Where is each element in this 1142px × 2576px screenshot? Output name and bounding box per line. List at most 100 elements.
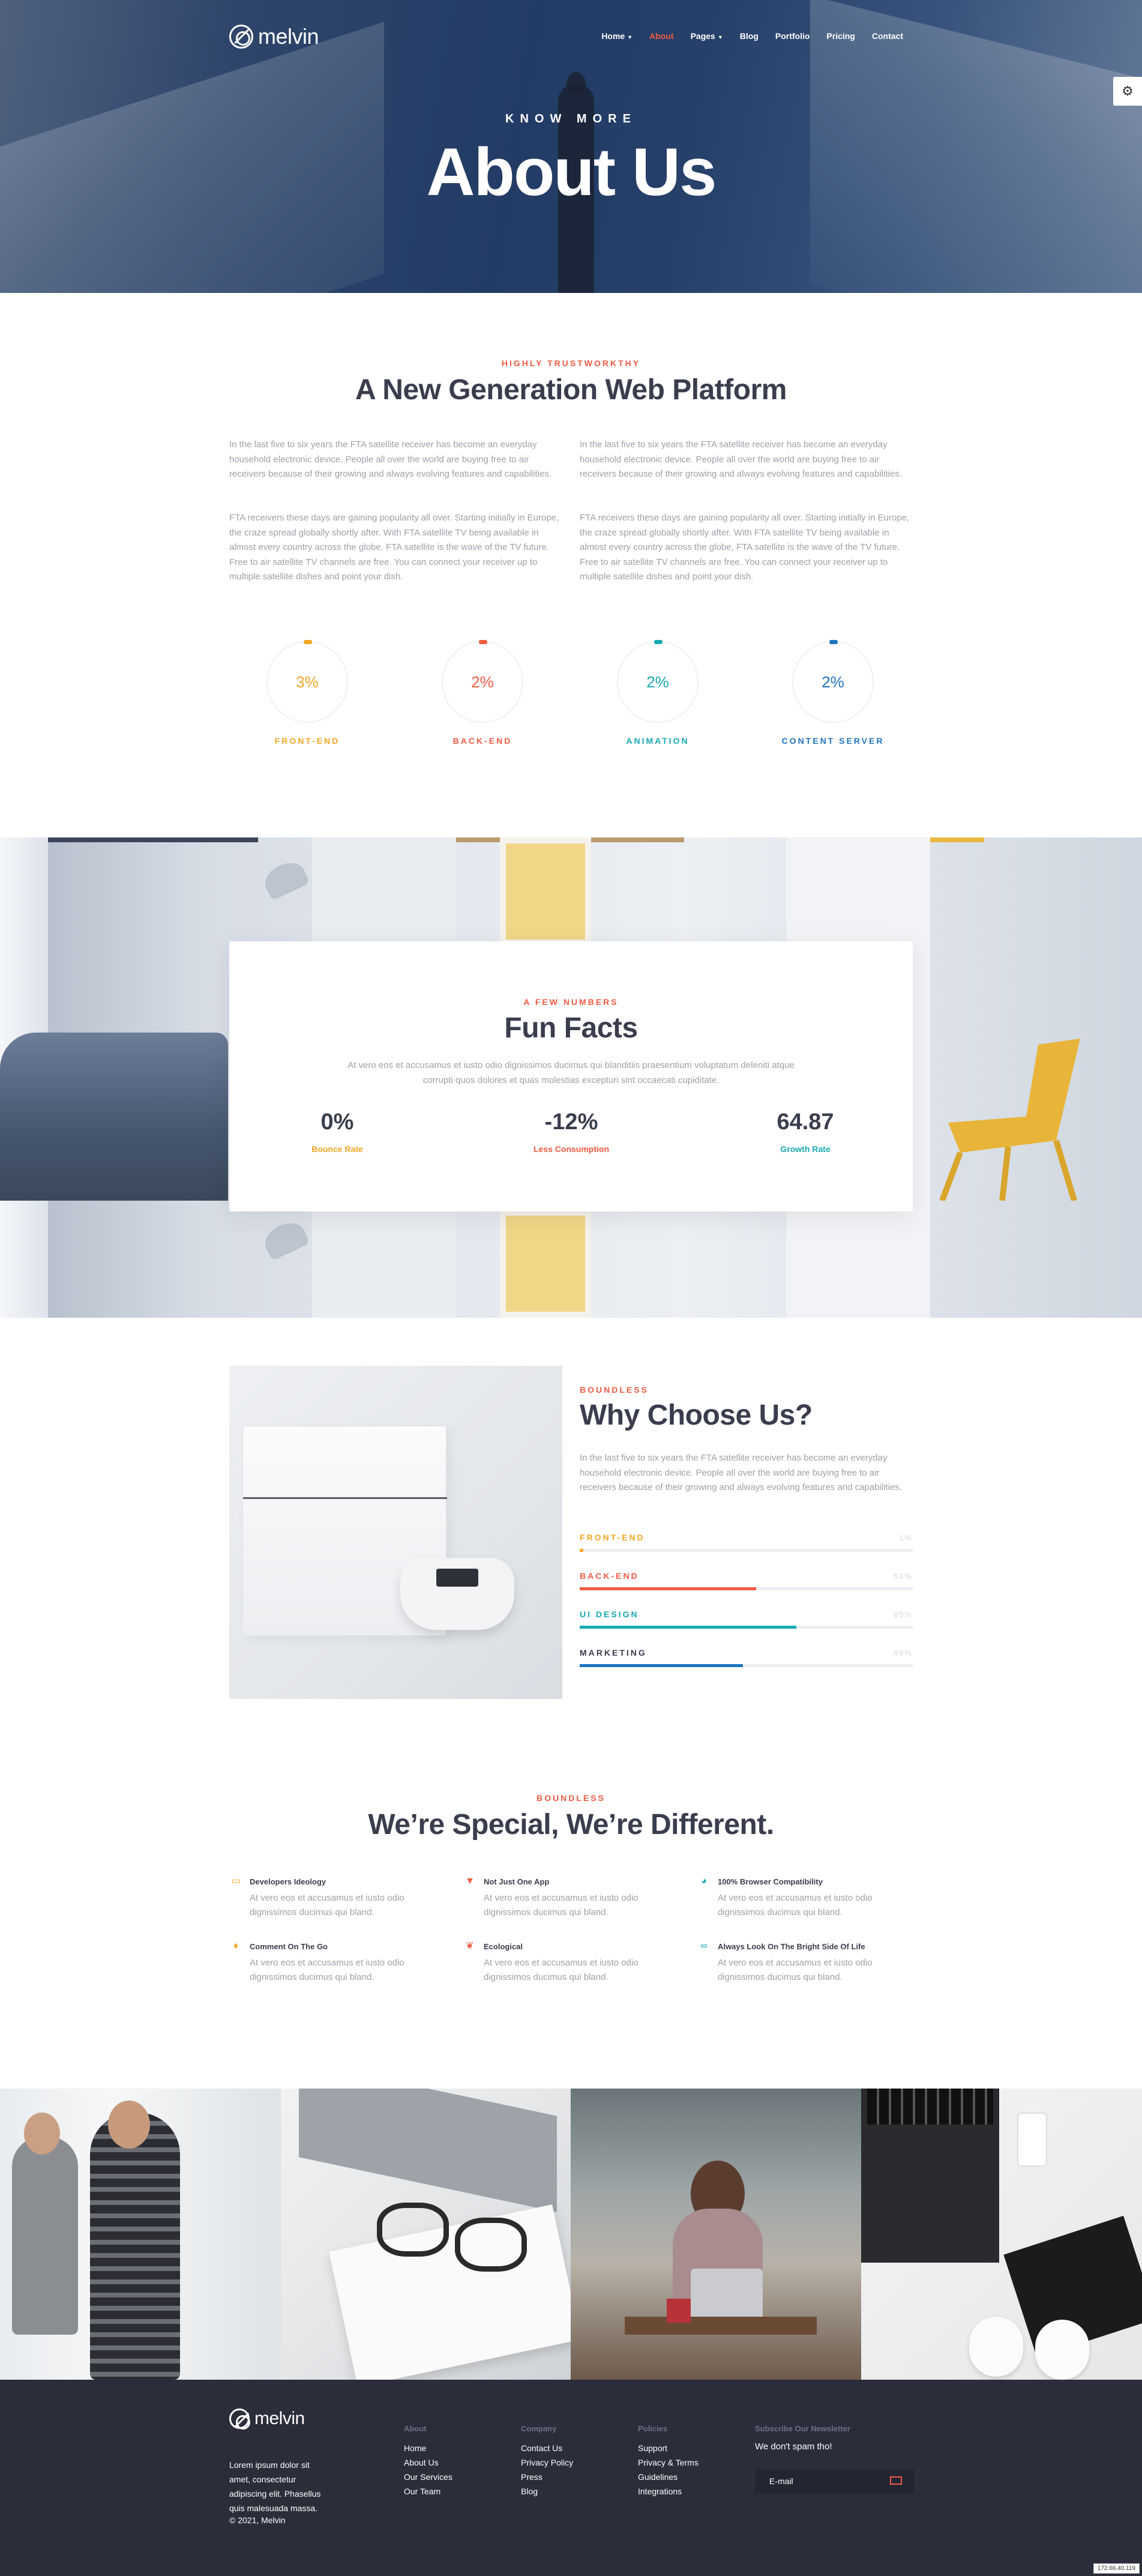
feature-title: Not Just One App	[484, 1877, 550, 1886]
envelope-icon[interactable]	[890, 2476, 902, 2485]
footer-link-home[interactable]: Home	[404, 2443, 426, 2453]
feature-title: Developers Ideology	[250, 1877, 326, 1886]
ring-label: FRONT-END	[274, 736, 340, 746]
nav-item-blog[interactable]: Blog	[740, 31, 759, 41]
footer-link-press[interactable]: Press	[521, 2472, 542, 2482]
skill-bar-percent: 53%	[893, 1572, 913, 1581]
nav-item-contact[interactable]: Contact	[872, 31, 903, 41]
footer-link-about-us[interactable]: About Us	[404, 2458, 439, 2467]
special-kicker: BOUNDLESS	[536, 1793, 606, 1803]
feature-text: At vero eos et accusamus et iusto odio d…	[718, 1958, 873, 1982]
page-title: About Us	[426, 134, 717, 210]
skill-bar-label: BACK-END	[580, 1571, 639, 1581]
nav-item-pages[interactable]: Pages ▼	[691, 31, 723, 41]
fact-value: -12%	[544, 1109, 598, 1135]
gallery-photo-laptop-glasses[interactable]	[281, 2089, 571, 2380]
skill-bar-fill	[580, 1587, 757, 1590]
platform-col1-p1: In the last five to six years the FTA sa…	[229, 439, 551, 479]
feature-text: At vero eos et accusamus et iusto odio d…	[250, 1958, 404, 1982]
skill-bar-label: UI DESIGN	[580, 1609, 639, 1619]
feature-text: At vero eos et accusamus et iusto odio d…	[484, 1893, 639, 1917]
skill-bar-label: MARKETING	[580, 1648, 647, 1658]
bookmark-icon: ▼	[465, 1876, 475, 1886]
logo-text: melvin	[258, 24, 319, 49]
skill-bar-fill	[580, 1664, 743, 1667]
nav-item-portfolio[interactable]: Portfolio	[775, 31, 810, 41]
nav-item-about[interactable]: About	[649, 31, 673, 41]
footer-link-our-services[interactable]: Our Services	[404, 2472, 452, 2482]
fact-label: Growth Rate	[780, 1144, 831, 1154]
skill-bar-label: FRONT-END	[580, 1533, 645, 1542]
pie-chart-icon: ◕	[701, 1876, 707, 1886]
feature-text: At vero eos et accusamus et iusto odio d…	[250, 1893, 404, 1917]
platform-col1-p2: FTA receivers these days are gaining pop…	[229, 513, 559, 582]
nav-item-home[interactable]: Home ▼	[601, 31, 633, 41]
skill-bar-fill	[580, 1549, 583, 1552]
feature-title: Ecological	[484, 1942, 523, 1951]
skill-bar-track	[580, 1626, 913, 1629]
logo[interactable]: melvin	[229, 24, 319, 49]
fact-label: Less Consumption	[533, 1144, 609, 1154]
skill-bar-percent: 1%	[899, 1533, 913, 1542]
ring-label: CONTENT SERVER	[781, 736, 885, 746]
skill-bar-track	[580, 1549, 913, 1552]
logo-mark-icon	[229, 25, 253, 49]
why-kicker: BOUNDLESS	[580, 1385, 649, 1395]
footer-link-support[interactable]: Support	[638, 2443, 667, 2453]
why-text: In the last five to six years the FTA sa…	[580, 1453, 902, 1492]
footer-heading-policies: Policies	[638, 2424, 668, 2433]
footer-link-blog[interactable]: Blog	[521, 2487, 538, 2496]
footer-logo[interactable]: melvin	[229, 2409, 305, 2430]
platform-title: A New Generation Web Platform	[355, 374, 787, 406]
flame-icon: ♦	[233, 1941, 239, 1951]
footer-logo-text: melvin	[254, 2409, 305, 2428]
leaf-icon: ❦	[466, 1941, 474, 1951]
platform-col2-p2: FTA receivers these days are gaining pop…	[580, 513, 910, 582]
fact-value: 64.87	[777, 1109, 834, 1135]
hero-section: melvin Home ▼ About Pages ▼ Blog Portfolio…	[0, 0, 1142, 293]
skill-bar-percent: 65%	[893, 1610, 913, 1619]
footer-link-integrations[interactable]: Integrations	[638, 2487, 682, 2496]
footer-link-privacy-policy[interactable]: Privacy Policy	[521, 2458, 573, 2467]
gallery-photo-flatlay[interactable]	[861, 2089, 1142, 2380]
facts-text: At vero eos et accusamus et iusto odio d…	[347, 1060, 795, 1085]
ring-front-end: 3%	[266, 640, 348, 723]
gamepad	[400, 1558, 514, 1630]
newsletter-heading: Subscribe Our Newsletter	[755, 2424, 850, 2433]
why-title: Why Choose Us?	[580, 1399, 813, 1431]
skill-bar-fill	[580, 1626, 796, 1629]
footer-heading-about: About	[404, 2424, 427, 2433]
gallery-photo-woman-laptop[interactable]	[571, 2089, 861, 2380]
hero-kicker: KNOW MORE	[505, 112, 637, 125]
main-nav: Home ▼ About Pages ▼ Blog Portfolio Pricin…	[601, 31, 903, 41]
wall-painting	[500, 837, 591, 946]
feature-text: At vero eos et accusamus et iusto odio d…	[718, 1893, 873, 1917]
skill-bar-track	[580, 1664, 913, 1667]
feature-text: At vero eos et accusamus et iusto odio d…	[484, 1958, 639, 1982]
yellow-chair	[939, 1039, 1080, 1201]
footer-link-guidelines[interactable]: Guidelines	[638, 2472, 678, 2482]
chevron-down-icon: ▼	[627, 34, 633, 40]
fact-value: 0%	[320, 1109, 354, 1135]
skill-bar-percent: 49%	[893, 1648, 913, 1658]
feature-title: Comment On The Go	[250, 1942, 328, 1951]
ring-back-end: 2%	[442, 640, 523, 723]
ticket-icon: ▭	[231, 1876, 241, 1886]
email-input[interactable]	[755, 2469, 884, 2493]
footer-link-our-team[interactable]: Our Team	[404, 2487, 440, 2496]
ring-label: ANIMATION	[626, 736, 690, 746]
nav-item-pricing[interactable]: Pricing	[826, 31, 855, 41]
feature-title: Always Look On The Bright Side Of Life	[718, 1942, 865, 1951]
copyright: © 2021, Melvin	[229, 2515, 286, 2525]
gallery-photo-whiteboard[interactable]	[0, 2089, 281, 2380]
newsletter-tagline: We don't spam tho!	[755, 2442, 832, 2452]
footer-link-privacy-terms[interactable]: Privacy & Terms	[638, 2458, 699, 2467]
feature-title: 100% Browser Compatibility	[718, 1877, 823, 1886]
footer-link-contact-us[interactable]: Contact Us	[521, 2443, 562, 2453]
console-image	[229, 1366, 562, 1699]
lamp	[260, 857, 310, 901]
sofa	[0, 1033, 228, 1201]
chevron-down-icon: ▼	[717, 34, 723, 40]
settings-gear-icon[interactable]: ⚙	[1113, 77, 1142, 106]
footer: melvin Lorem ipsum dolor sit amet, conse…	[0, 2380, 1142, 2576]
